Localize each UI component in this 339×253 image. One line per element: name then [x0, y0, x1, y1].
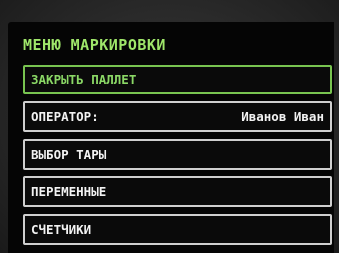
menu-item-label: ПЕРЕМЕННЫЕ [31, 184, 107, 199]
menu-item-label: СЧЕТЧИКИ [31, 222, 92, 237]
menu-item-close-pallet[interactable]: ЗАКРЫТЬ ПАЛЛЕТ [23, 65, 332, 94]
menu-item-variables[interactable]: ПЕРЕМЕННЫЕ [23, 176, 332, 207]
menu-item-label: ВЫБОР ТАРЫ [31, 147, 107, 162]
menu-item-label: ОПЕРАТОР: [31, 109, 99, 124]
menu-item-counters[interactable]: СЧЕТЧИКИ [23, 214, 332, 245]
menu-item-label: ЗАКРЫТЬ ПАЛЛЕТ [31, 72, 137, 87]
menu-item-container-select[interactable]: ВЫБОР ТАРЫ [23, 139, 332, 170]
operator-name-value: Иванов Иван [241, 109, 324, 124]
menu-title: МЕНЮ МАРКИРОВКИ [23, 36, 166, 54]
menu-item-operator[interactable]: ОПЕРАТОР: Иванов Иван [23, 101, 332, 132]
